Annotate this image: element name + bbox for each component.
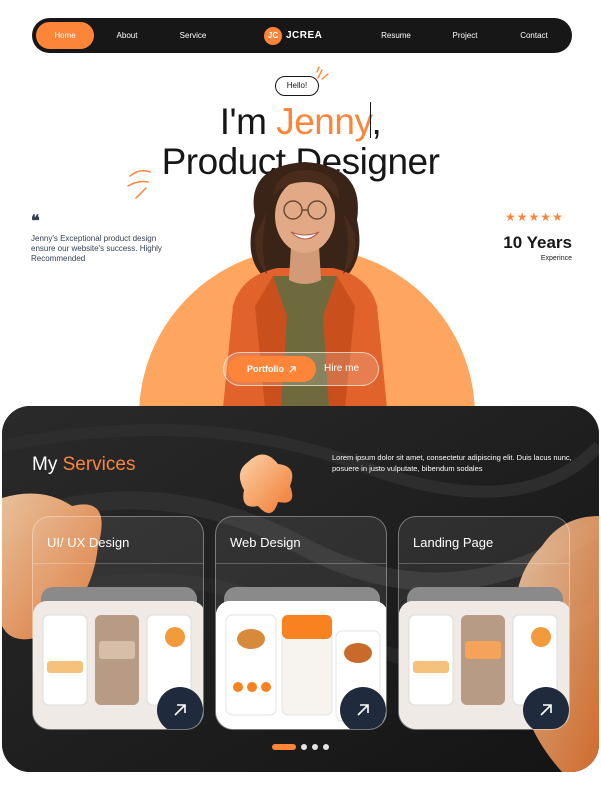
nav-home-link[interactable]: Home <box>36 22 94 49</box>
experience-label: Experince <box>540 255 572 262</box>
logo-mark-icon: JC <box>264 26 282 45</box>
pagination-dot[interactable] <box>312 744 318 750</box>
carousel-pagination <box>272 744 329 750</box>
nav-service-link[interactable]: Service <box>172 18 214 53</box>
open-service-button[interactable] <box>523 687 569 729</box>
brand-logo[interactable]: JC JCREA <box>264 18 322 53</box>
nav-project-link[interactable]: Project <box>444 18 486 53</box>
services-title: My Services <box>32 454 135 476</box>
service-card-ui-ux[interactable]: UI/ UX Design <box>32 516 204 730</box>
headline-prefix: I'm <box>219 101 277 142</box>
services-description: Lorem ipsum dolor sit amet, consectetur … <box>332 453 572 473</box>
headline-suffix: , <box>371 101 382 142</box>
services-section: My Services Lorem ipsum dolor sit amet, … <box>2 406 599 772</box>
card-divider <box>216 563 386 564</box>
open-service-button[interactable] <box>157 687 203 729</box>
service-card-title: UI/ UX Design <box>47 535 130 550</box>
hire-me-button[interactable]: Hire me <box>324 353 359 385</box>
hello-badge: Hello! <box>275 76 319 96</box>
swash-decoration-icon <box>127 169 151 199</box>
pagination-dot[interactable] <box>323 744 329 750</box>
arrow-up-right-icon <box>289 365 296 373</box>
nav-about-link[interactable]: About <box>106 18 148 53</box>
headline-name: Jenny <box>276 101 373 142</box>
services-title-prefix: My <box>32 454 63 475</box>
service-card-landing-page[interactable]: Landing Page <box>398 516 570 730</box>
arrow-up-right-icon <box>357 704 369 716</box>
rating-stars-icon: ★★★★★ <box>505 210 564 224</box>
card-divider <box>399 563 569 564</box>
portfolio-button-label: Portfolio <box>247 364 284 374</box>
nav-resume-link[interactable]: Resume <box>374 18 418 53</box>
spark-decoration-icon <box>316 66 329 80</box>
quote-icon: ❝ <box>31 211 40 230</box>
arrow-up-right-icon <box>540 704 552 716</box>
arrow-up-right-icon <box>174 704 186 716</box>
card-divider <box>33 563 203 564</box>
pagination-dot[interactable] <box>301 744 307 750</box>
top-navigation: Home About Service JC JCREA Resume Proje… <box>32 18 572 53</box>
service-card-title: Landing Page <box>413 535 494 550</box>
service-card-title: Web Design <box>230 535 301 550</box>
service-card-web-design[interactable]: Web Design <box>215 516 387 730</box>
hero-cta-group: Portfolio Hire me <box>223 352 379 386</box>
logo-text: JCREA <box>286 30 323 41</box>
nav-contact-link[interactable]: Contact <box>512 18 556 53</box>
open-service-button[interactable] <box>340 687 386 729</box>
services-title-accent: Services <box>62 454 136 475</box>
pagination-dot-active[interactable] <box>272 744 296 750</box>
portfolio-button[interactable]: Portfolio <box>228 356 316 382</box>
headline-line-1: I'm Jenny, <box>0 101 601 143</box>
experience-value: 10 Years <box>503 233 572 252</box>
